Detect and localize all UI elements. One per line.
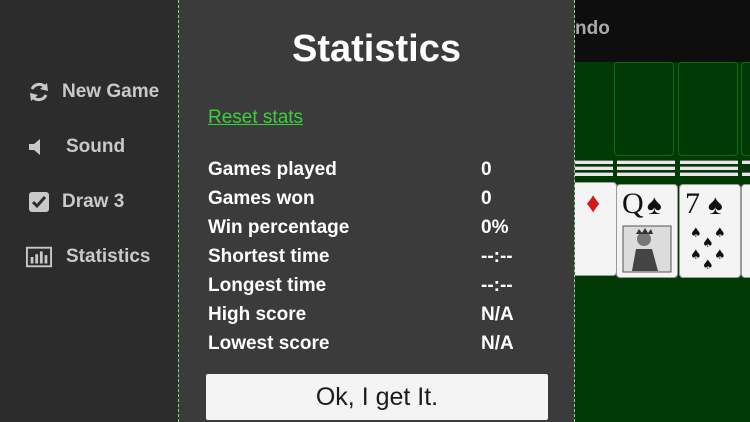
sidebar-item-label: Sound <box>66 136 126 157</box>
sidebar-menu: New Game Sound Draw 3 Statistics <box>0 0 180 422</box>
stat-value-lowest-score: N/A <box>481 333 514 354</box>
card-suit-spade: ♠ <box>708 189 723 220</box>
svg-text:♠: ♠ <box>690 226 702 241</box>
card-stack-edge <box>617 172 675 176</box>
spade-pips-icon: ♠ ♠ ♠ ♠ ♠ ♠ <box>690 226 726 271</box>
stat-value-high-score: N/A <box>481 304 514 325</box>
sidebar-item-label: New Game <box>62 81 160 102</box>
card-stack-edge <box>742 160 750 164</box>
stat-label-longest-time: Longest time <box>208 275 327 296</box>
stat-label-win-percentage: Win percentage <box>208 217 350 238</box>
stat-label-lowest-score: Lowest score <box>208 333 330 354</box>
sidebar-item-label: Draw 3 <box>62 191 125 212</box>
dialog-title: Statistics <box>292 28 461 70</box>
card-rank: Q <box>622 187 644 220</box>
bar-chart-icon <box>26 245 52 269</box>
card-rank: 7 <box>685 187 700 220</box>
svg-text:♠: ♠ <box>714 226 726 241</box>
speaker-icon <box>26 135 52 159</box>
card-stack-edge <box>680 160 738 164</box>
card-stack-edge <box>680 166 738 170</box>
stat-value-shortest-time: --:-- <box>481 246 513 267</box>
card-stack-edge <box>617 166 675 170</box>
checkbox-checked-icon <box>26 190 52 214</box>
card-suit-diamond: ♦ <box>586 187 601 218</box>
card-stack-edge <box>742 172 750 176</box>
card-slot <box>614 62 674 156</box>
card-stack-edge <box>575 172 613 176</box>
card-stack-edge <box>575 160 613 164</box>
svg-text:♠: ♠ <box>702 236 714 251</box>
playing-card[interactable]: Q ♠ <box>616 184 678 278</box>
playing-card[interactable]: 7 ♠ ♠ ♠ ♠ ♠ ♠ ♠ <box>679 184 741 278</box>
statistics-dialog: Statistics Reset stats Games played 0 Ga… <box>178 0 575 422</box>
sidebar-item-new-game[interactable]: New Game <box>26 77 159 107</box>
stat-label-high-score: High score <box>208 304 307 325</box>
refresh-icon <box>26 80 52 104</box>
card-stack-edge <box>575 166 613 170</box>
svg-text:♠: ♠ <box>690 248 702 263</box>
svg-text:♠: ♠ <box>714 248 726 263</box>
stat-label-games-played: Games played <box>208 159 337 180</box>
card-slot <box>678 62 738 156</box>
playing-card[interactable] <box>741 184 750 278</box>
sidebar-item-label: Statistics <box>66 246 151 267</box>
stat-label-shortest-time: Shortest time <box>208 246 330 267</box>
card-stack-edge <box>680 172 738 176</box>
reset-stats-link[interactable]: Reset stats <box>208 107 303 129</box>
card-slot <box>741 62 750 156</box>
sidebar-item-statistics[interactable]: Statistics <box>26 242 150 272</box>
stat-value-win-percentage: 0% <box>481 217 509 238</box>
stat-value-games-played: 0 <box>481 159 492 180</box>
svg-text:♠: ♠ <box>702 258 714 271</box>
sidebar-item-draw-3[interactable]: Draw 3 <box>26 187 124 217</box>
stat-value-longest-time: --:-- <box>481 275 513 296</box>
card-stack-edge <box>617 160 675 164</box>
stat-value-games-won: 0 <box>481 188 492 209</box>
ok-button[interactable]: Ok, I get It. <box>206 374 548 420</box>
card-suit-spade: ♠ <box>647 189 662 220</box>
stat-label-games-won: Games won <box>208 188 315 209</box>
sidebar-item-sound[interactable]: Sound <box>26 132 125 162</box>
queen-face-icon <box>622 225 672 273</box>
game-title-fragment: ndo <box>575 18 610 39</box>
